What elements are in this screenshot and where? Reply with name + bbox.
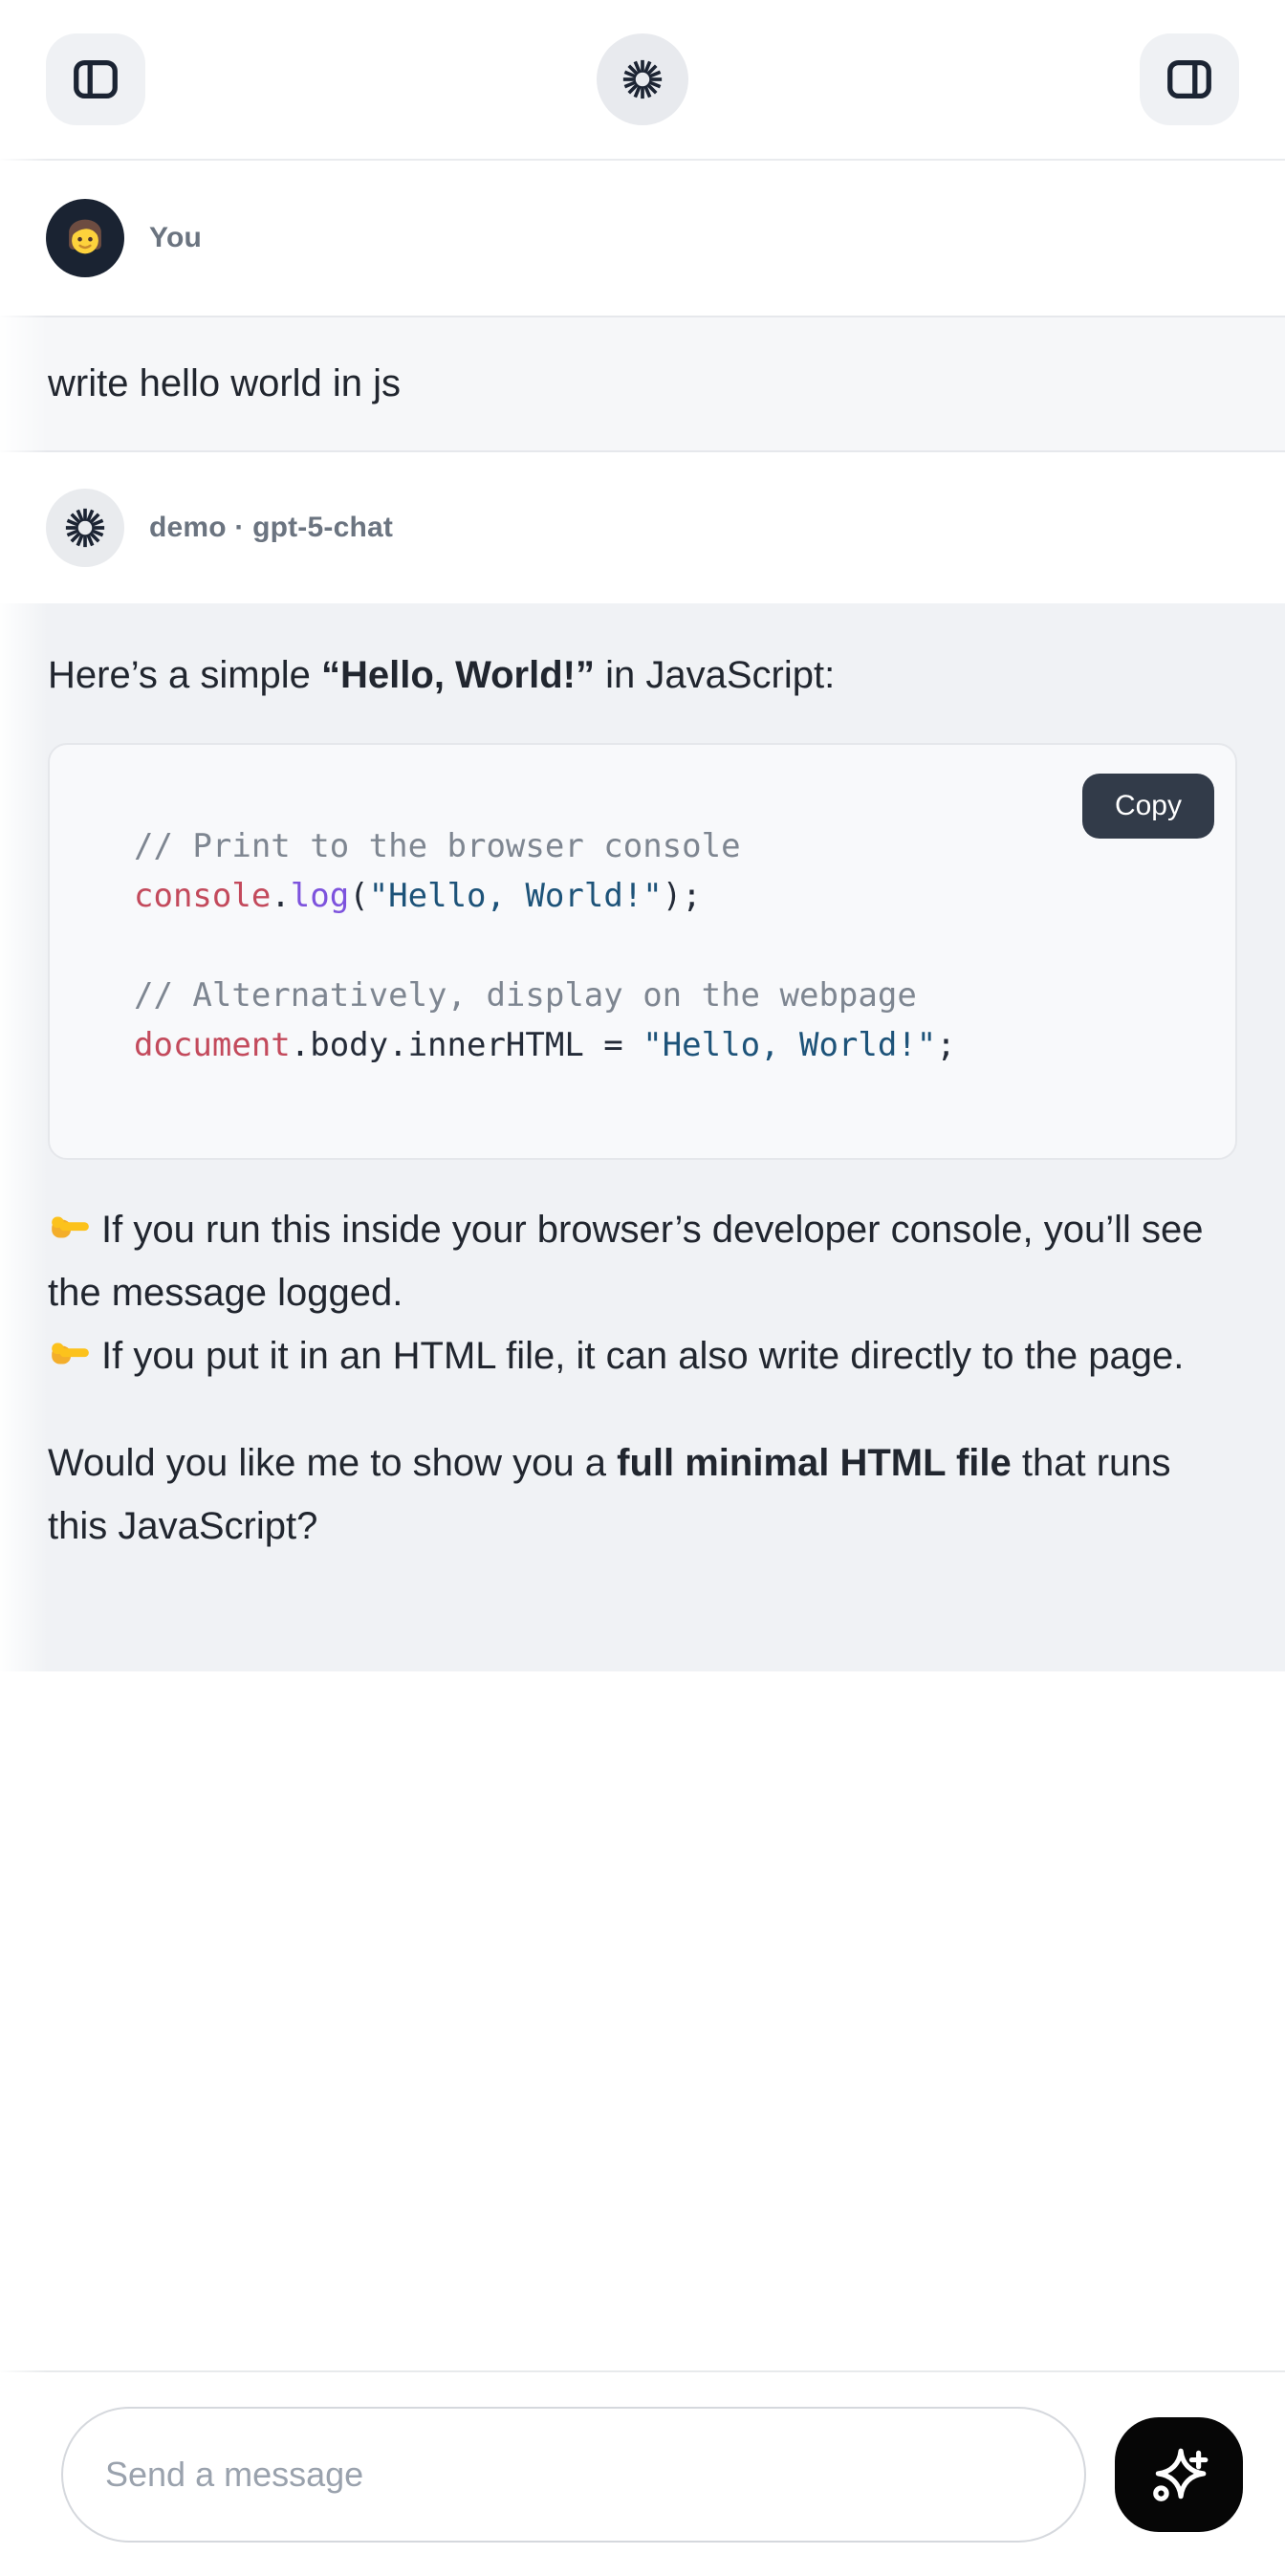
intro-line: Here’s a simple “Hello, World!” in JavaS…	[48, 644, 1237, 707]
code-content: // Print to the browser consoleconsole.l…	[134, 821, 1197, 1070]
intro-prefix: Here’s a simple	[48, 654, 321, 696]
user-avatar	[46, 199, 124, 277]
composer-bar	[0, 2370, 1285, 2576]
pointing-right-emoji	[48, 1331, 92, 1375]
question-prefix: Would you like me to show you a	[48, 1442, 617, 1484]
pointing-right-emoji	[48, 1205, 92, 1249]
intro-suffix: in JavaScript:	[595, 654, 835, 696]
model-button[interactable]	[597, 33, 688, 125]
code-line	[134, 921, 1197, 971]
top-bar	[0, 0, 1285, 161]
tips: If you run this inside your browser’s de…	[48, 1198, 1237, 1387]
tip-text: If you put it in an HTML file, it can al…	[101, 1335, 1184, 1377]
code-block: Copy // Print to the browser consolecons…	[48, 743, 1237, 1160]
question-bold: full minimal HTML file	[617, 1442, 1012, 1484]
send-button[interactable]	[1115, 2417, 1243, 2532]
code-line: document.body.innerHTML = "Hello, World!…	[134, 1020, 1197, 1070]
code-line: // Print to the browser console	[134, 821, 1197, 871]
sidebar-toggle-button[interactable]	[46, 33, 145, 125]
copy-button[interactable]: Copy	[1082, 774, 1214, 839]
assistant-message: Here’s a simple “Hello, World!” in JavaS…	[0, 603, 1285, 1671]
panel-left-icon	[70, 54, 121, 105]
assistant-sender-name: demo · gpt-5-chat	[149, 512, 393, 544]
chat-empty-space	[0, 1671, 1285, 2370]
tip-line: If you run this inside your browser’s de…	[48, 1198, 1237, 1324]
intro-bold: “Hello, World!”	[321, 654, 595, 696]
starburst-icon	[621, 57, 664, 101]
assistant-message-header: demo · gpt-5-chat	[0, 452, 1285, 603]
panel-right-icon	[1164, 54, 1215, 105]
user-message-text: write hello world in js	[48, 362, 401, 405]
message-input[interactable]	[61, 2407, 1086, 2543]
code-line: console.log("Hello, World!");	[134, 871, 1197, 921]
code-line: // Alternatively, display on the webpage	[134, 971, 1197, 1020]
tip-text: If you run this inside your browser’s de…	[48, 1209, 1203, 1314]
tip-line: If you put it in an HTML file, it can al…	[48, 1324, 1237, 1387]
question-line: Would you like me to show you a full min…	[48, 1431, 1237, 1558]
starburst-icon	[63, 506, 107, 550]
right-panel-toggle-button[interactable]	[1140, 33, 1239, 125]
assistant-avatar	[46, 489, 124, 567]
user-message-header: You	[0, 161, 1285, 316]
user-message: write hello world in js	[0, 316, 1285, 452]
user-sender-name: You	[149, 222, 202, 254]
sparkles-icon	[1147, 2443, 1210, 2506]
person-emoji-icon	[57, 210, 113, 266]
